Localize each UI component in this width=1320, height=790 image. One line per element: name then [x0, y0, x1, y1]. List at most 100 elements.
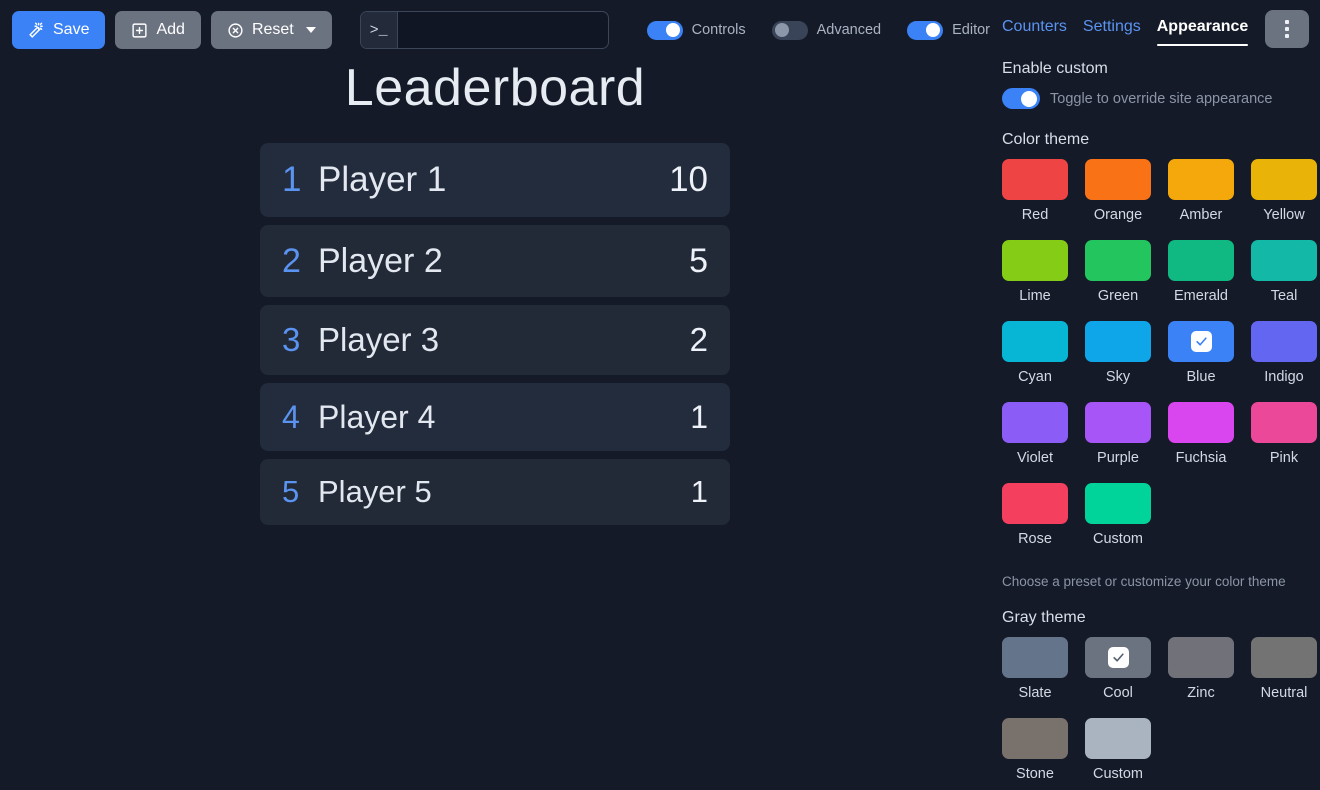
swatch-color[interactable] — [1168, 240, 1234, 281]
swatch-neutral[interactable]: Neutral — [1251, 637, 1317, 714]
color-theme-title: Color theme — [1002, 131, 1090, 148]
swatch-sky[interactable]: Sky — [1085, 321, 1151, 398]
enable-custom-row[interactable]: Toggle to override site appearance — [1002, 88, 1308, 109]
swatch-emerald[interactable]: Emerald — [1168, 240, 1234, 317]
swatch-violet[interactable]: Violet — [1002, 402, 1068, 479]
swatch-label: Rose — [1018, 531, 1052, 547]
swatch-cyan[interactable]: Cyan — [1002, 321, 1068, 398]
check-icon — [1107, 647, 1129, 668]
swatch-label: Emerald — [1174, 288, 1228, 304]
reset-button-label: Reset — [251, 21, 294, 38]
toggle-editor-switch[interactable] — [907, 20, 944, 40]
save-button[interactable]: Save — [12, 11, 106, 49]
toggle-advanced-switch[interactable] — [771, 20, 808, 40]
swatch-red[interactable]: Red — [1002, 159, 1068, 236]
enable-custom-toggle[interactable] — [1002, 88, 1040, 109]
table-row[interactable]: 1 Player 1 10 — [260, 143, 730, 217]
swatch-orange[interactable]: Orange — [1085, 159, 1151, 236]
swatch-color[interactable] — [1168, 159, 1234, 200]
toolbar-toggles: Controls Advanced Editor — [646, 20, 990, 40]
swatch-indigo[interactable]: Indigo — [1251, 321, 1317, 398]
row-rank: 3 — [282, 321, 301, 358]
swatch-color[interactable] — [1251, 402, 1317, 443]
leaderboard: 1 Player 1 10 2 Player 2 5 3 Player 3 2 … — [260, 143, 730, 533]
swatch-color[interactable] — [1251, 240, 1317, 281]
swatch-color[interactable] — [1085, 159, 1151, 200]
chevron-down-icon[interactable] — [305, 27, 316, 33]
swatch-rose[interactable]: Rose — [1002, 483, 1068, 560]
swatch-amber[interactable]: Amber — [1168, 159, 1234, 236]
enable-custom-label: Toggle to override site appearance — [1050, 90, 1273, 107]
table-row[interactable]: 5 Player 5 1 — [260, 459, 730, 525]
swatch-color[interactable] — [1085, 637, 1151, 678]
gray-theme-grid: Slate Cool Zinc Neutral Stone Custom — [1002, 637, 1317, 790]
swatch-label: Blue — [1186, 369, 1216, 385]
swatch-slate[interactable]: Slate — [1002, 637, 1068, 714]
swatch-teal[interactable]: Teal — [1251, 240, 1317, 317]
swatch-color[interactable] — [1251, 637, 1317, 678]
table-row[interactable]: 3 Player 3 2 — [260, 305, 730, 375]
swatch-color[interactable] — [1002, 637, 1068, 678]
terminal-input-group[interactable]: >_ — [359, 11, 609, 49]
swatch-lime[interactable]: Lime — [1002, 240, 1068, 317]
swatch-color[interactable] — [1251, 159, 1317, 200]
swatch-color[interactable] — [1002, 159, 1068, 200]
swatch-color[interactable] — [1002, 321, 1068, 362]
swatch-zinc[interactable]: Zinc — [1168, 637, 1234, 714]
swatch-custom[interactable]: Custom — [1085, 483, 1151, 560]
swatch-color[interactable] — [1085, 240, 1151, 281]
row-rank: 5 — [282, 474, 300, 509]
swatch-label: Red — [1021, 207, 1049, 223]
swatch-color[interactable] — [1085, 321, 1151, 362]
color-theme-grid: Red Orange Amber Yellow Lime Green Emerald Teal… — [1002, 159, 1317, 560]
kebab-dot — [1285, 27, 1289, 31]
row-score: 5 — [689, 241, 708, 280]
swatch-label: Stone — [1016, 766, 1054, 782]
x-circle-icon — [227, 22, 244, 39]
swatch-color[interactable] — [1085, 402, 1151, 443]
table-row[interactable]: 4 Player 4 1 — [260, 383, 730, 451]
terminal-input[interactable] — [397, 12, 608, 48]
swatch-color[interactable] — [1085, 718, 1151, 759]
kebab-menu-icon[interactable] — [1265, 10, 1309, 48]
swatch-color[interactable] — [1002, 718, 1068, 759]
toggle-controls-switch[interactable] — [646, 20, 683, 40]
swatch-label: Yellow — [1263, 207, 1305, 223]
swatch-label: Sky — [1105, 369, 1131, 385]
swatch-label: Teal — [1270, 288, 1298, 304]
swatch-pink[interactable]: Pink — [1251, 402, 1317, 479]
swatch-yellow[interactable]: Yellow — [1251, 159, 1317, 236]
swatch-stone[interactable]: Stone — [1002, 718, 1068, 790]
swatch-fuchsia[interactable]: Fuchsia — [1168, 402, 1234, 479]
swatch-color[interactable] — [1168, 402, 1234, 443]
swatch-color[interactable] — [1168, 637, 1234, 678]
row-score: 1 — [690, 474, 708, 509]
swatch-color[interactable] — [1002, 240, 1068, 281]
reset-button[interactable]: Reset — [210, 11, 332, 49]
row-player-name: Player 4 — [318, 398, 436, 435]
row-rank: 2 — [282, 241, 301, 280]
panel-body: Enable custom Toggle to override site ap… — [990, 46, 1320, 790]
tab-counters[interactable]: Counters — [1002, 18, 1067, 46]
tab-settings[interactable]: Settings — [1083, 18, 1141, 46]
toggle-editor[interactable]: Editor — [907, 20, 990, 40]
swatch-color[interactable] — [1251, 321, 1317, 362]
swatch-color[interactable] — [1085, 483, 1151, 524]
tab-appearance[interactable]: Appearance — [1156, 18, 1248, 46]
toggle-editor-label: Editor — [952, 22, 990, 38]
swatch-color[interactable] — [1002, 402, 1068, 443]
toggle-advanced[interactable]: Advanced — [771, 20, 881, 40]
table-row[interactable]: 2 Player 2 5 — [260, 225, 730, 297]
swatch-purple[interactable]: Purple — [1085, 402, 1151, 479]
panel-tabs: Counters Settings Appearance — [990, 0, 1320, 48]
swatch-blue[interactable]: Blue — [1168, 321, 1234, 398]
swatch-custom[interactable]: Custom — [1085, 718, 1151, 790]
swatch-color[interactable] — [1168, 321, 1234, 362]
swatch-cool[interactable]: Cool — [1085, 637, 1151, 714]
toggle-controls[interactable]: Controls — [646, 20, 746, 40]
swatch-green[interactable]: Green — [1085, 240, 1151, 317]
add-button[interactable]: Add — [115, 11, 201, 49]
row-score: 1 — [690, 398, 708, 435]
row-rank: 1 — [282, 160, 302, 199]
swatch-color[interactable] — [1002, 483, 1068, 524]
